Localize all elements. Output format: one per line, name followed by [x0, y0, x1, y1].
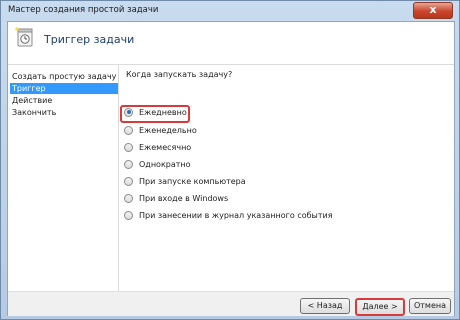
question-label: Когда запускать задачу?	[126, 70, 233, 79]
close-button[interactable]: x	[413, 2, 453, 19]
wizard-header: Триггер задачи	[8, 22, 454, 65]
radio-monthly[interactable]	[124, 142, 133, 152]
wizard-window: Мастер создания простой задачи x Триггер…	[0, 0, 460, 320]
cancel-button[interactable]: Отмена	[409, 298, 451, 314]
trigger-panel: Когда запускать задачу? Ежедневно Еженед…	[119, 65, 454, 291]
option-daily-label: Ежедневно	[139, 107, 187, 117]
option-computer-start[interactable]: При запуске компьютера	[124, 175, 246, 187]
option-monthly-label: Ежемесячно	[139, 142, 192, 152]
title-bar[interactable]: Мастер создания простой задачи x	[1, 1, 459, 21]
sidebar-item-finish[interactable]: Закончить	[10, 107, 118, 118]
option-logon[interactable]: При входе в Windows	[124, 192, 228, 204]
close-icon: x	[429, 3, 437, 16]
radio-once[interactable]	[124, 159, 133, 169]
option-daily[interactable]: Ежедневно	[124, 106, 187, 118]
next-button[interactable]: Далее >	[355, 298, 405, 316]
wizard-steps-sidebar: Создать простую задачу Триггер Действие …	[8, 65, 119, 291]
radio-computer-start[interactable]	[124, 176, 133, 186]
option-once[interactable]: Однократно	[124, 158, 191, 170]
option-weekly-label: Еженедельно	[139, 125, 197, 135]
window-title: Мастер создания простой задачи	[8, 5, 159, 15]
option-event-log-label: При занесении в журнал указанного событи…	[139, 210, 333, 220]
option-computer-start-label: При запуске компьютера	[139, 176, 246, 186]
option-weekly[interactable]: Еженедельно	[124, 124, 197, 136]
option-monthly[interactable]: Ежемесячно	[124, 141, 191, 153]
page-title: Триггер задачи	[44, 33, 135, 46]
option-event-log[interactable]: При занесении в журнал указанного событи…	[124, 209, 333, 221]
sidebar-item-create-task[interactable]: Создать простую задачу	[10, 71, 118, 82]
option-once-label: Однократно	[139, 159, 191, 169]
sidebar-item-action[interactable]: Действие	[10, 95, 118, 106]
task-wizard-icon	[15, 27, 33, 47]
back-button[interactable]: < Назад	[300, 298, 350, 314]
radio-event-log[interactable]	[124, 210, 133, 220]
radio-logon[interactable]	[124, 193, 133, 203]
radio-daily[interactable]	[124, 107, 133, 117]
wizard-client-area: Триггер задачи Создать простую задачу Тр…	[7, 21, 455, 316]
option-logon-label: При входе в Windows	[139, 193, 229, 203]
wizard-footer: < Назад Далее > Отмена	[8, 291, 454, 316]
radio-weekly[interactable]	[124, 125, 133, 135]
sidebar-item-trigger[interactable]: Триггер	[10, 83, 118, 94]
